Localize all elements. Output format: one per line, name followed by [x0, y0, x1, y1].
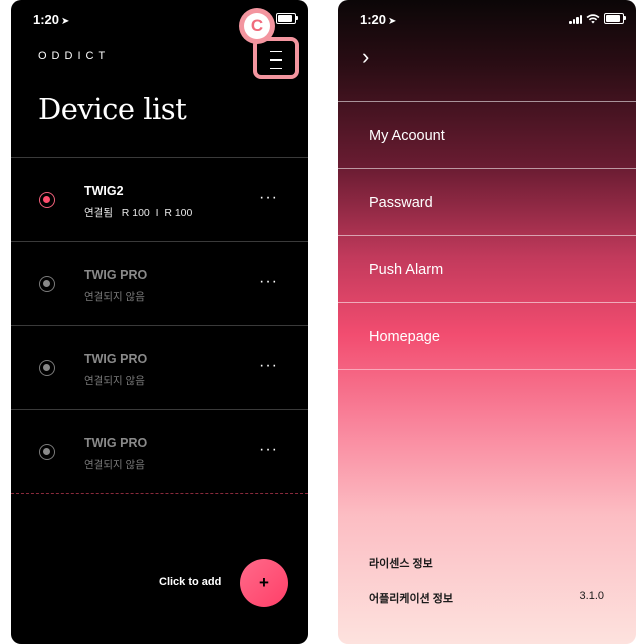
more-icon[interactable]: ···	[259, 189, 278, 207]
side-menu-screen: 1:20 ➤ › My Acoount Passward Push Alarm H…	[338, 0, 636, 644]
radio-icon[interactable]	[39, 192, 55, 208]
more-icon[interactable]: ···	[259, 357, 278, 375]
battery-icon	[604, 13, 626, 24]
status-icons	[569, 13, 626, 24]
add-device-button[interactable]: +	[240, 559, 288, 607]
plus-icon: +	[259, 573, 269, 592]
more-icon[interactable]: ···	[259, 441, 278, 459]
device-row[interactable]: TWIG PRO 연결되지 않음 ···	[11, 325, 308, 409]
chevron-right-icon[interactable]: ›	[362, 44, 369, 70]
device-list-screen: 1:20 ➤ ODDICT C Device list TWIG2 연결됨 R 1…	[11, 0, 308, 644]
radio-icon[interactable]	[39, 276, 55, 292]
callout-letter: C	[244, 13, 270, 39]
device-row[interactable]: TWIG PRO 연결되지 않음 ···	[11, 409, 308, 494]
menu-item-homepage[interactable]: Homepage	[338, 302, 636, 370]
wifi-icon	[586, 13, 600, 23]
device-name: TWIG PRO	[84, 352, 148, 366]
device-row[interactable]: TWIG2 연결됨 R 100 I R 100 ···	[11, 157, 308, 241]
side-menu-list: My Acoount Passward Push Alarm Homepage	[338, 101, 636, 370]
app-logo: ODDICT	[38, 50, 111, 62]
more-icon[interactable]: ···	[259, 273, 278, 291]
app-version: 3.1.0	[579, 590, 604, 602]
device-name: TWIG2	[84, 184, 124, 198]
status-bar: 1:20 ➤	[338, 10, 636, 30]
hamburger-menu-icon	[270, 51, 282, 76]
status-time: 1:20 ➤	[360, 12, 397, 27]
device-name: TWIG PRO	[84, 268, 148, 282]
battery-icon	[276, 13, 298, 24]
page-title: Device list	[38, 92, 187, 126]
device-list: TWIG2 연결됨 R 100 I R 100 ··· TWIG PRO 연결되…	[11, 157, 308, 494]
location-arrow-icon: ➤	[61, 16, 70, 27]
add-device-label: Click to add	[159, 576, 222, 588]
license-info-link[interactable]: 라이센스 정보	[369, 555, 433, 571]
menu-item-label: Homepage	[369, 329, 440, 345]
status-time: 1:20 ➤	[33, 12, 70, 27]
app-info-label: 어플리케이션 정보	[369, 593, 454, 605]
location-arrow-icon: ➤	[388, 16, 397, 27]
device-status: 연결되지 않음	[84, 291, 145, 303]
device-name: TWIG PRO	[84, 436, 148, 450]
device-row[interactable]: TWIG PRO 연결되지 않음 ···	[11, 241, 308, 325]
annotation-callout: C	[239, 8, 275, 44]
menu-item-push-alarm[interactable]: Push Alarm	[338, 235, 636, 302]
menu-item-my-account[interactable]: My Acoount	[338, 101, 636, 168]
device-status: 연결되지 않음	[84, 375, 145, 387]
radio-icon[interactable]	[39, 444, 55, 460]
menu-item-label: Push Alarm	[369, 262, 444, 278]
signal-icon	[569, 14, 582, 24]
device-status: 연결되지 않음	[84, 459, 145, 471]
menu-item-label: My Acoount	[369, 128, 445, 144]
device-status: 연결됨 R 100 I R 100	[84, 207, 193, 219]
menu-item-password[interactable]: Passward	[338, 168, 636, 235]
radio-icon[interactable]	[39, 360, 55, 376]
menu-item-label: Passward	[369, 195, 433, 211]
